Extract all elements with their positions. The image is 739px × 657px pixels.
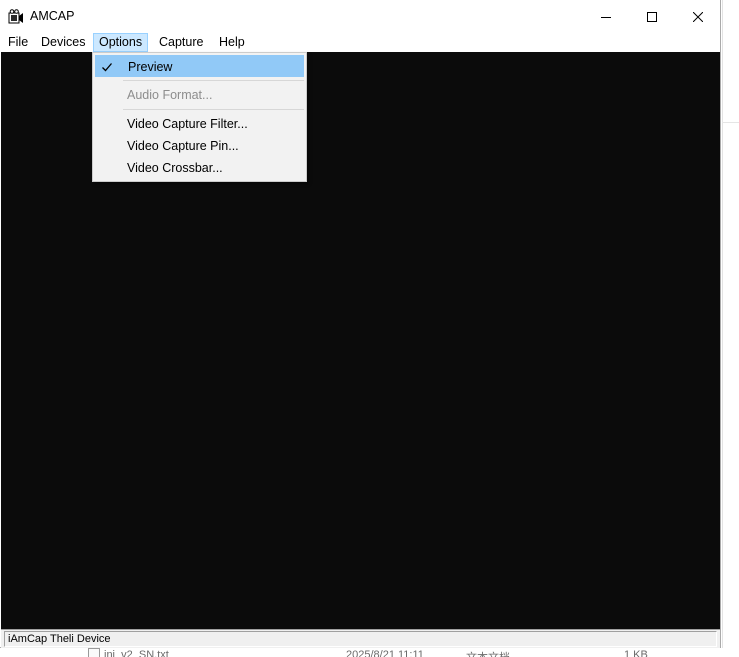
background-explorer-edge <box>722 0 739 657</box>
status-text: iAmCap Theli Device <box>8 633 111 645</box>
status-panel: iAmCap Theli Device <box>4 631 717 647</box>
background-file-type: 文本文档 <box>466 649 510 657</box>
menu-item-audio-format: Audio Format... <box>95 84 304 106</box>
menu-item-label: Video Capture Filter... <box>127 117 248 131</box>
menu-item-label: Preview <box>128 60 173 74</box>
background-file-date: 2025/8/21 11:11 <box>346 649 424 657</box>
menu-item-label: Video Crossbar... <box>127 161 223 175</box>
menu-item-preview[interactable]: Preview <box>95 55 304 77</box>
menu-bar: File Devices Options Capture Help <box>0 33 720 52</box>
text-file-icon <box>88 648 100 657</box>
camcorder-icon <box>8 9 24 25</box>
title-bar[interactable]: AMCAP <box>0 0 720 33</box>
minimize-button[interactable] <box>583 0 629 33</box>
menu-separator <box>123 109 304 110</box>
background-file-row: ini_v2_SN.txt 2025/8/21 11:11 文本文档 1 KB <box>0 648 739 657</box>
window-title: AMCAP <box>30 9 75 23</box>
background-divider <box>722 122 739 123</box>
close-icon <box>693 11 703 22</box>
menu-separator <box>123 80 304 81</box>
screen: ini_v2_SN.txt 2025/8/21 11:11 文本文档 1 KB … <box>0 0 739 657</box>
menu-item-video-crossbar[interactable]: Video Crossbar... <box>95 157 304 179</box>
options-dropdown-menu: Preview Audio Format... Video Capture Fi… <box>92 52 307 182</box>
menu-item-label: Video Capture Pin... <box>127 139 239 153</box>
menu-item-video-capture-filter[interactable]: Video Capture Filter... <box>95 113 304 135</box>
menu-item-label: Audio Format... <box>127 88 213 102</box>
menu-capture[interactable]: Capture <box>154 33 208 52</box>
background-file-size: 1 KB <box>624 649 648 657</box>
checkmark-icon <box>101 61 113 73</box>
maximize-button[interactable] <box>629 0 675 33</box>
status-bar: iAmCap Theli Device <box>1 629 720 648</box>
menu-devices[interactable]: Devices <box>36 33 90 52</box>
menu-file[interactable]: File <box>3 33 33 52</box>
close-button[interactable] <box>675 0 721 33</box>
menu-options[interactable]: Options <box>93 33 149 52</box>
menu-help[interactable]: Help <box>214 33 250 52</box>
background-file-name: ini_v2_SN.txt <box>104 649 169 657</box>
minimize-icon <box>601 16 611 18</box>
maximize-icon <box>647 11 657 22</box>
menu-item-video-capture-pin[interactable]: Video Capture Pin... <box>95 135 304 157</box>
